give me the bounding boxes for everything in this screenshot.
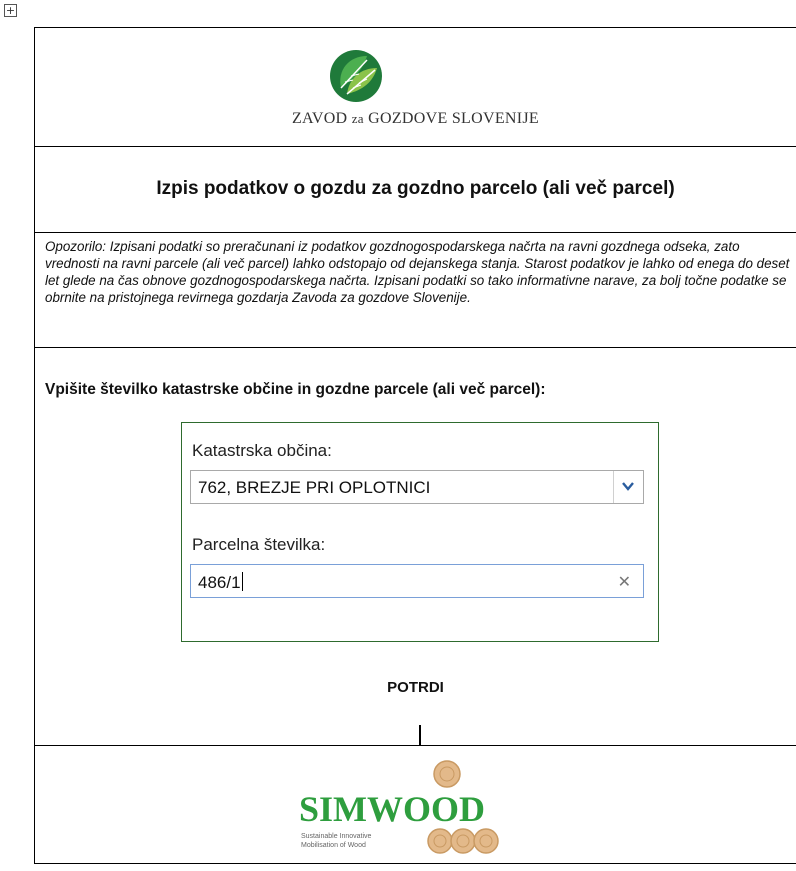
cadastral-municipality-select[interactable]: 762, BREZJE PRI OPLOTNICI bbox=[190, 470, 644, 504]
parcel-number-label: Parcelna številka: bbox=[192, 535, 326, 554]
title-section: Izpis podatkov o gozdu za gozdno parcelo… bbox=[35, 147, 796, 233]
text-cursor-icon bbox=[419, 725, 421, 745]
clear-icon[interactable]: ✕ bbox=[618, 572, 631, 591]
parcel-form-panel: Katastrska občina: 762, BREZJE PRI OPLOT… bbox=[181, 422, 659, 642]
cadastral-municipality-label: Katastrska občina: bbox=[192, 441, 332, 460]
parcel-number-input[interactable]: 486/1 ✕ bbox=[190, 564, 644, 598]
footer-logo-section: SIMWOOD Sustainable Innovative Mobilisat… bbox=[35, 746, 796, 865]
text-caret bbox=[241, 572, 243, 591]
form-instruction: Vpišite številko katastrske občine in go… bbox=[45, 381, 546, 398]
table-move-handle-icon[interactable]: + bbox=[4, 4, 17, 17]
document-table: ZAVOD za GOZDOVE SLOVENIJE Izpis podatko… bbox=[34, 27, 796, 864]
chevron-down-icon bbox=[622, 482, 634, 491]
dropdown-button[interactable] bbox=[613, 471, 643, 503]
simwood-logo-text: SIMWOOD bbox=[299, 789, 485, 829]
form-section: Vpišite številko katastrske občine in go… bbox=[35, 348, 796, 746]
zgs-leaf-logo-icon bbox=[330, 50, 382, 102]
cadastral-municipality-value: 762, BREZJE PRI OPLOTNICI bbox=[198, 478, 431, 497]
organization-name: ZAVOD za GOZDOVE SLOVENIJE bbox=[291, 110, 540, 127]
header-logo-section: ZAVOD za GOZDOVE SLOVENIJE bbox=[35, 28, 796, 147]
warning-text: Opozorilo: Izpisani podatki so preračuna… bbox=[45, 239, 790, 305]
parcel-number-value: 486/1 bbox=[198, 572, 243, 592]
simwood-subtitle-line1: Sustainable Innovative bbox=[301, 833, 372, 840]
page-title: Izpis podatkov o gozdu za gozdno parcelo… bbox=[156, 178, 675, 199]
simwood-logo: SIMWOOD Sustainable Innovative Mobilisat… bbox=[299, 760, 499, 854]
confirm-button[interactable]: POTRDI bbox=[35, 679, 796, 696]
warning-section: Opozorilo: Izpisani podatki so preračuna… bbox=[35, 233, 796, 348]
simwood-subtitle-line2: Mobilisation of Wood bbox=[301, 842, 366, 849]
